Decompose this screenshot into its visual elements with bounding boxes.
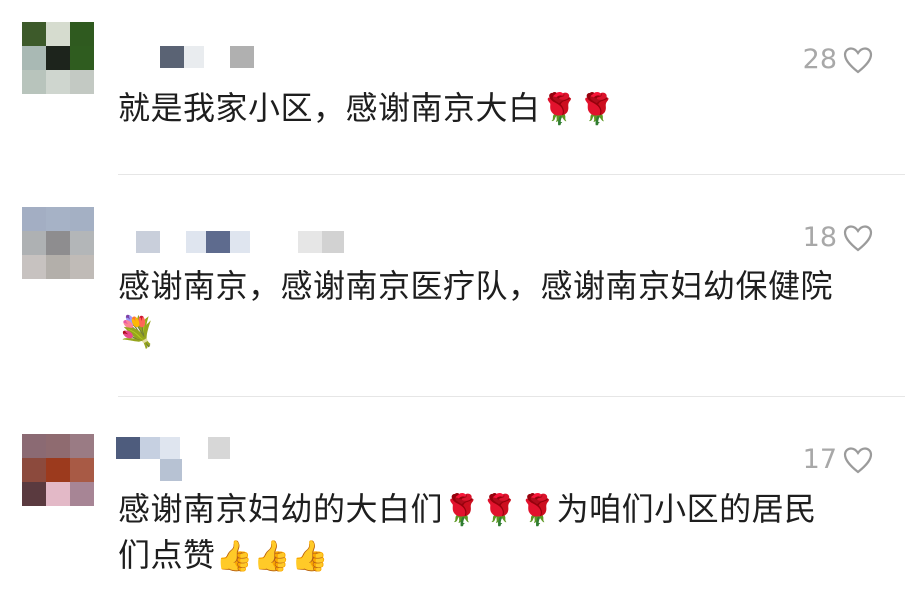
avatar-pixel — [22, 46, 46, 70]
bouquet-emoji: 💐 — [118, 315, 156, 350]
like-control[interactable]: 18 — [803, 222, 873, 253]
rose-emoji: 🌹🌹 — [540, 92, 617, 127]
avatar-pixel — [46, 231, 70, 255]
avatar-pixel — [22, 231, 46, 255]
comment-text: 就是我家小区，感谢南京大白🌹🌹 — [118, 86, 877, 132]
thumbs-up-emoji: 👍👍👍 — [215, 539, 330, 574]
avatar-pixel — [22, 70, 46, 94]
avatar-pixel — [70, 22, 94, 46]
avatar[interactable] — [22, 434, 94, 506]
avatar-pixel — [46, 70, 70, 94]
avatar-pixel — [46, 482, 70, 506]
avatar-pixel — [22, 482, 46, 506]
avatar-pixel — [70, 70, 94, 94]
comment-body: 感谢南京，感谢南京医疗队，感谢南京妇幼保健院 — [118, 267, 834, 305]
like-control[interactable]: 17 — [803, 444, 873, 475]
heart-icon[interactable] — [843, 46, 873, 74]
rose-emoji: 🌹🌹🌹 — [443, 493, 557, 528]
comment-text: 感谢南京妇幼的大白们🌹🌹🌹为咱们小区的居民 们点赞👍👍👍 — [118, 487, 877, 579]
avatar-pixel — [22, 207, 46, 231]
avatar-pixel — [46, 434, 70, 458]
comment-body: 感谢南京妇幼的大白们 — [118, 490, 444, 528]
avatar-pixel — [22, 255, 46, 279]
avatar-pixel — [70, 255, 94, 279]
avatar-pixel — [70, 46, 94, 70]
like-count: 18 — [802, 222, 837, 253]
avatar-pixel — [70, 458, 94, 482]
comment-body-cont: 为咱们小区的居民 — [556, 490, 817, 528]
comment-text: 感谢南京，感谢南京医疗队，感谢南京妇幼保健院 💐 — [118, 264, 877, 355]
heart-icon[interactable] — [843, 446, 873, 474]
like-count: 28 — [802, 44, 837, 75]
divider — [118, 174, 905, 175]
avatar-pixel — [70, 434, 94, 458]
username-blurred[interactable] — [116, 437, 236, 481]
avatar-pixel — [46, 22, 70, 46]
comment-body: 就是我家小区，感谢南京大白 — [118, 89, 541, 127]
divider — [118, 396, 905, 397]
avatar-pixel — [46, 207, 70, 231]
avatar-pixel — [22, 434, 46, 458]
username-blurred[interactable] — [136, 231, 356, 253]
like-control[interactable]: 28 — [803, 44, 873, 75]
avatar-pixel — [22, 22, 46, 46]
avatar[interactable] — [22, 207, 94, 279]
avatar-pixel — [22, 458, 46, 482]
avatar-pixel — [70, 207, 94, 231]
username-blurred[interactable] — [160, 46, 280, 68]
avatar[interactable] — [22, 22, 94, 94]
avatar-pixel — [70, 482, 94, 506]
avatar-pixel — [46, 458, 70, 482]
avatar-pixel — [46, 46, 70, 70]
like-count: 17 — [802, 444, 837, 475]
avatar-pixel — [70, 231, 94, 255]
avatar-pixel — [46, 255, 70, 279]
heart-icon[interactable] — [843, 224, 873, 252]
comment-body-end: 们点赞 — [118, 536, 216, 574]
